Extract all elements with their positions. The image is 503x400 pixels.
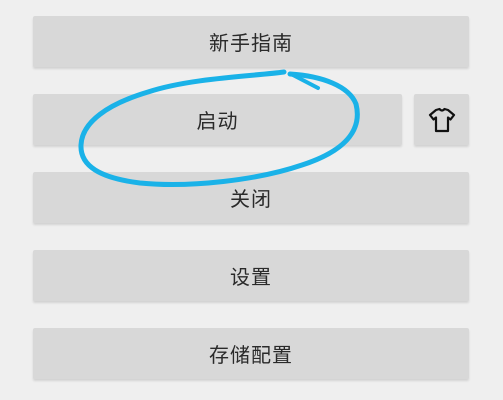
close-button-label: 关闭 (230, 187, 272, 211)
save-config-button-label: 存储配置 (209, 343, 293, 367)
guide-button-label: 新手指南 (209, 31, 293, 55)
guide-button[interactable]: 新手指南 (33, 16, 469, 67)
settings-button-label: 设置 (230, 265, 272, 289)
close-button[interactable]: 关闭 (33, 172, 469, 223)
shirt-icon (428, 107, 455, 132)
save-config-button[interactable]: 存储配置 (33, 328, 469, 379)
start-button[interactable]: 启动 (33, 94, 402, 145)
start-button-label: 启动 (196, 109, 239, 133)
shirt-button[interactable] (414, 94, 469, 145)
settings-button[interactable]: 设置 (33, 250, 469, 301)
